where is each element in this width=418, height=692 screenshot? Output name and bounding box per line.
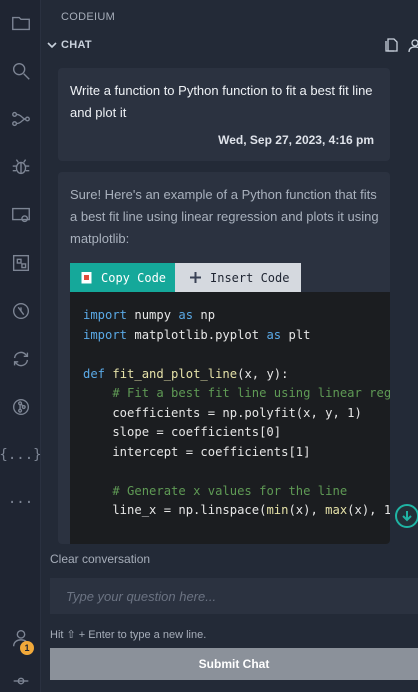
code-line: # Fit a best fit line using linear regr — [112, 386, 390, 400]
assistant-intro-text: Sure! Here's an example of a Python func… — [70, 187, 379, 246]
user-message: Write a function to Python function to f… — [58, 68, 390, 161]
code-line: import matplotlib.pyplot as plt — [83, 327, 311, 342]
scroll-to-bottom-button[interactable] — [395, 504, 418, 528]
search-icon[interactable] — [0, 55, 41, 87]
code-line: slope = coefficients[0] — [83, 425, 282, 439]
account-icon[interactable] — [407, 37, 418, 53]
input-hint: Hit ⇧ + Enter to type a new line. — [50, 629, 207, 641]
testing-icon[interactable] — [0, 295, 41, 327]
message-timestamp: Wed, Sep 27, 2023, 4:16 pm — [218, 133, 374, 147]
arrow-down-icon — [402, 511, 412, 522]
remote-explorer-icon[interactable] — [0, 199, 41, 231]
manage-icon[interactable] — [0, 670, 41, 692]
codeium-panel: CODEIUM CHAT Write a function to Python … — [41, 0, 418, 692]
code-line: line_x = np.linspace(min(x), max(x), 10 — [83, 503, 390, 517]
plus-icon — [190, 272, 201, 283]
insert-code-label: Insert Code — [210, 270, 290, 285]
copy-code-button[interactable]: Copy Code — [70, 263, 175, 292]
json-label: {...} — [0, 447, 42, 463]
json-icon[interactable]: {...} — [0, 439, 42, 471]
source-control-icon[interactable] — [0, 103, 41, 135]
chat-section-header[interactable]: CHAT — [41, 36, 418, 56]
copy-file-icon — [81, 272, 92, 284]
code-block: import numpy as np import matplotlib.pypl… — [70, 292, 390, 544]
chevron-down-icon — [46, 38, 58, 50]
code-line: def fit_and_plot_line(x, y): — [83, 366, 289, 381]
notification-badge: 1 — [20, 641, 34, 655]
copy-code-label: Copy Code — [101, 270, 167, 285]
explorer-icon[interactable] — [0, 7, 41, 39]
code-line: # Generate x values for the line — [112, 483, 348, 498]
code-line: import numpy as np — [83, 308, 216, 322]
submit-chat-button[interactable]: Submit Chat — [50, 648, 418, 680]
clear-conversation-link[interactable]: Clear conversation — [50, 552, 150, 566]
panel-title: CODEIUM — [61, 11, 116, 23]
code-line: intercept = coefficients[1] — [83, 444, 311, 459]
git-graph-icon[interactable] — [0, 391, 41, 423]
user-message-text: Write a function to Python function to f… — [70, 83, 373, 120]
insert-code-button[interactable]: Insert Code — [175, 263, 301, 292]
code-line: coefficients = np.polyfit(x, y, 1) — [83, 405, 362, 420]
question-input[interactable] — [50, 578, 418, 614]
debug-icon[interactable] — [0, 151, 41, 183]
more-label: ··· — [7, 495, 34, 511]
section-label: CHAT — [61, 39, 92, 51]
assistant-message: Sure! Here's an example of a Python func… — [58, 172, 390, 544]
extensions-icon[interactable] — [0, 247, 41, 279]
activity-bar: {...} ··· 1 — [0, 0, 42, 692]
more-icon[interactable]: ··· — [0, 487, 41, 519]
sync-icon[interactable] — [0, 343, 41, 375]
copy-file-icon[interactable] — [383, 37, 399, 53]
